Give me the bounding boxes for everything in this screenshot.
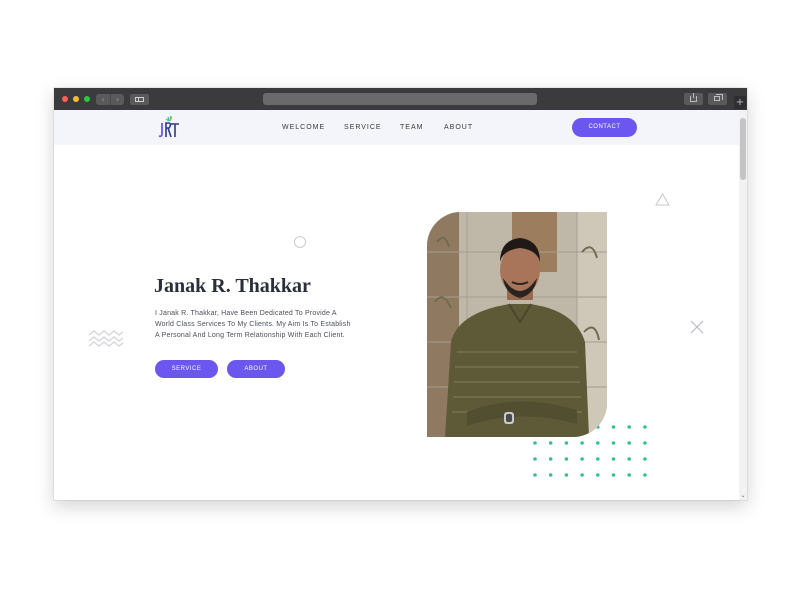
site-header: WELCOME SERVICE TEAM ABOUT CONTACT (54, 110, 739, 145)
tabs-icon (714, 94, 723, 101)
grid-dot (564, 457, 569, 461)
grid-dot (596, 457, 600, 461)
scrollbar-thumb[interactable] (740, 118, 746, 180)
grid-dot (548, 457, 553, 461)
grid-dot (627, 473, 631, 477)
nav-welcome[interactable]: WELCOME (282, 124, 325, 132)
grid-dot (611, 425, 616, 429)
grid-dot (611, 441, 616, 445)
history-nav: ‹ › (96, 94, 124, 105)
grid-dot (548, 441, 553, 445)
grid-dot (580, 473, 584, 477)
sidebar-toggle-button[interactable] (130, 94, 149, 105)
zigzag-decoration (88, 330, 124, 347)
circle-decoration (294, 236, 306, 248)
grid-dot (643, 441, 647, 445)
share-button[interactable] (684, 93, 703, 105)
scroll-down-arrow-icon[interactable]: ⌄ (739, 492, 747, 500)
grid-dot (533, 457, 537, 461)
hero-title: Janak R. Thakkar (154, 275, 311, 297)
web-page: WELCOME SERVICE TEAM ABOUT CONTACT Janak… (54, 110, 739, 500)
triangle-decoration (655, 193, 670, 206)
grid-dot (533, 473, 537, 477)
address-bar[interactable] (263, 93, 537, 105)
forward-arrow-icon[interactable]: › (110, 94, 124, 105)
page-scrollbar[interactable]: ⌄ (739, 110, 747, 500)
about-button[interactable]: ABOUT (227, 360, 285, 378)
grid-dot (611, 473, 616, 477)
new-tab-button[interactable]: + (734, 96, 746, 109)
close-window-button[interactable] (62, 96, 68, 102)
service-button[interactable]: SERVICE (155, 360, 218, 378)
browser-window: ‹ › + WELCOME SERVICE TEAM ABOUT CONTACT (54, 88, 747, 500)
grid-dot (596, 473, 600, 477)
contact-button[interactable]: CONTACT (572, 118, 637, 137)
grid-dot (533, 441, 537, 445)
grid-dot (580, 457, 584, 461)
nav-service[interactable]: SERVICE (344, 124, 382, 132)
grid-dot (627, 441, 631, 445)
grid-dot (580, 441, 584, 445)
grid-dot (643, 473, 647, 477)
profile-photo (427, 212, 607, 437)
nav-about[interactable]: ABOUT (444, 124, 473, 132)
grid-dot (643, 425, 647, 429)
jrt-logo[interactable] (158, 115, 180, 139)
grid-dot (611, 457, 616, 461)
minimize-window-button[interactable] (73, 96, 79, 102)
browser-titlebar: ‹ › + (54, 88, 747, 110)
grid-dot (596, 441, 600, 445)
maximize-window-button[interactable] (84, 96, 90, 102)
back-arrow-icon[interactable]: ‹ (96, 94, 110, 105)
share-icon (690, 93, 697, 102)
cross-decoration (690, 320, 704, 334)
grid-dot (548, 473, 553, 477)
hero-description: I Janak R. Thakkar, Have Been Dedicated … (155, 310, 351, 339)
sidebar-icon (135, 97, 144, 102)
grid-dot (564, 473, 569, 477)
nav-team[interactable]: TEAM (400, 124, 423, 132)
grid-dot (564, 441, 569, 445)
tab-overview-button[interactable] (708, 93, 727, 105)
grid-dot (643, 457, 647, 461)
grid-dot (627, 425, 631, 429)
grid-dot (627, 457, 631, 461)
